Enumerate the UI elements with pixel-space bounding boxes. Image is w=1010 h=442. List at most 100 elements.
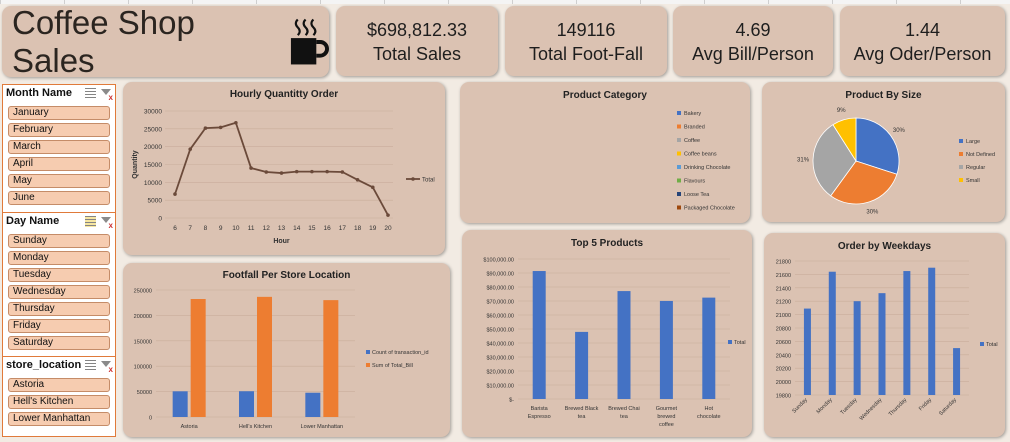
y-tick-label: 0 — [149, 416, 152, 422]
footfall-bar-chart: 0 50000 100000 150000 200000 250000 Astoria Hel… — [134, 289, 429, 431]
coffee-cup-icon — [290, 18, 329, 64]
legend-label: Loose Tea — [684, 192, 710, 198]
slicer-item-hells-kitchen[interactable]: Hell's Kitchen — [8, 395, 110, 409]
legend-label: Sum of Total_Bill — [372, 363, 413, 369]
top5-chart-card: Top 5 Products $- $10,000.00 $20,000.00 $30… — [462, 230, 752, 437]
bar — [323, 300, 339, 417]
bar — [172, 391, 188, 417]
y-tick-label: 20200 — [776, 367, 791, 373]
data-point — [173, 192, 177, 196]
slicer-item-thursday[interactable]: Thursday — [8, 302, 110, 316]
pie-data-label: 9% — [837, 108, 846, 114]
slicer-item-astoria[interactable]: Astoria — [8, 378, 110, 392]
hourly-line-chart: 0 5000 10000 15000 20000 25000 30000 6 7 8 9 10 11 12… — [132, 109, 435, 246]
pie-data-label: 30% — [893, 128, 906, 134]
bar — [617, 291, 631, 399]
slicer-item-may[interactable]: May — [8, 174, 110, 188]
bar — [239, 391, 254, 417]
x-tick-label: 20 — [384, 225, 392, 232]
bar — [659, 300, 673, 399]
slicer-item-saturday[interactable]: Saturday — [8, 336, 110, 350]
x-tick-label: 16 — [324, 225, 332, 232]
bar — [257, 296, 272, 417]
x-tick-label: 8 — [204, 225, 208, 232]
slicer-item-lower-manhattan[interactable]: Lower Manhattan — [8, 412, 110, 426]
bar — [828, 271, 836, 395]
hourly-chart-card: Hourly Quantitty Order 0 5000 10000 15000 20… — [123, 82, 445, 255]
x-tick-label: 14 — [293, 225, 301, 232]
slicer-item-wednesday[interactable]: Wednesday — [8, 285, 110, 299]
bar — [190, 299, 206, 417]
y-axis-title: Quantity — [132, 150, 139, 178]
kpi-label: Avg Bill/Person — [692, 44, 814, 64]
y-tick-label: $- — [509, 398, 514, 404]
y-tick-label: $80,000.00 — [486, 286, 514, 292]
kpi-avg-bill: 4.69 Avg Bill/Person — [673, 6, 833, 76]
bar — [878, 293, 886, 395]
x-axis-title: Hour — [273, 238, 290, 245]
bar — [953, 348, 961, 395]
slicer-item-june[interactable]: June — [8, 191, 110, 205]
legend-swatch — [980, 342, 984, 346]
legend-label: Coffee beans — [684, 152, 717, 158]
legend-label: Small — [966, 178, 980, 184]
clear-filter-icon[interactable] — [100, 88, 113, 102]
kpi-total-footfall: 149116 Total Foot-Fall — [505, 6, 667, 76]
x-tick-label: Espresso — [528, 414, 551, 420]
legend-label: Bakery — [684, 111, 701, 117]
legend-swatch — [959, 152, 963, 156]
multi-select-icon[interactable] — [85, 216, 96, 227]
x-tick-label: 7 — [188, 225, 192, 232]
x-tick-label: Gourmet — [656, 406, 678, 412]
kpi-avg-order: 1.44 Avg Oder/Person — [840, 6, 1005, 76]
x-tick-label: 10 — [232, 225, 240, 232]
legend-label: Not Defined — [966, 152, 995, 158]
y-tick-label: $70,000.00 — [486, 300, 514, 306]
slicer-item-march[interactable]: March — [8, 140, 110, 154]
category-chart-card: Product Category 12%2%39%6%10%1%1%1%28%B… — [460, 82, 750, 223]
x-tick-label: Tuesday — [840, 397, 859, 416]
data-point — [310, 169, 314, 174]
multi-select-icon[interactable] — [85, 88, 96, 99]
y-tick-label: 100000 — [134, 365, 152, 371]
x-tick-label: Monday — [816, 397, 834, 415]
legend-marker — [411, 177, 415, 181]
multi-select-icon[interactable] — [85, 360, 96, 371]
bar — [928, 267, 936, 395]
kpi-value: 149116 — [556, 20, 616, 40]
y-tick-label: 20000 — [144, 144, 162, 151]
pie-data-label: 31% — [797, 157, 810, 163]
slicer-item-monday[interactable]: Monday — [8, 251, 110, 265]
x-tick-label: Thursday — [888, 397, 909, 418]
x-tick-label: Saturday — [938, 397, 958, 417]
bar — [532, 271, 546, 399]
y-tick-label: 20000 — [776, 380, 791, 386]
y-tick-label: 21400 — [776, 286, 791, 292]
top5-bar-chart: $- $10,000.00 $20,000.00 $30,000.00 $40,000.… — [483, 258, 745, 429]
slicer-month: Month Name January February March April … — [2, 84, 116, 213]
kpi-value: 4.69 — [735, 20, 771, 40]
data-point — [340, 170, 345, 174]
series-line-total — [174, 121, 389, 216]
data-point — [264, 170, 269, 174]
legend-swatch — [677, 192, 681, 196]
legend-label: Total — [986, 342, 998, 348]
x-tick-label: Wednesday — [859, 397, 884, 422]
clear-filter-icon[interactable] — [100, 360, 113, 374]
x-tick-label: tea — [620, 414, 629, 420]
weekday-bar-chart: 19800 20000 20200 20400 20600 20800 21000 21200… — [776, 260, 998, 422]
slicer-item-friday[interactable]: Friday — [8, 319, 110, 333]
slicer-item-april[interactable]: April — [8, 157, 110, 171]
slicer-item-january[interactable]: January — [8, 106, 110, 120]
slicer-item-tuesday[interactable]: Tuesday — [8, 268, 110, 282]
slicer-item-february[interactable]: February — [8, 123, 110, 137]
clear-filter-icon[interactable] — [100, 216, 113, 230]
x-tick-label: coffee — [659, 422, 674, 428]
data-point — [325, 169, 329, 174]
legend-label: Total — [422, 178, 435, 184]
slicer-item-sunday[interactable]: Sunday — [8, 234, 110, 248]
y-tick-label: $40,000.00 — [486, 342, 514, 348]
legend-label: Packaged Chocolate — [684, 206, 735, 212]
y-tick-label: $50,000.00 — [486, 328, 514, 334]
slicer-title: store_location — [6, 359, 82, 371]
